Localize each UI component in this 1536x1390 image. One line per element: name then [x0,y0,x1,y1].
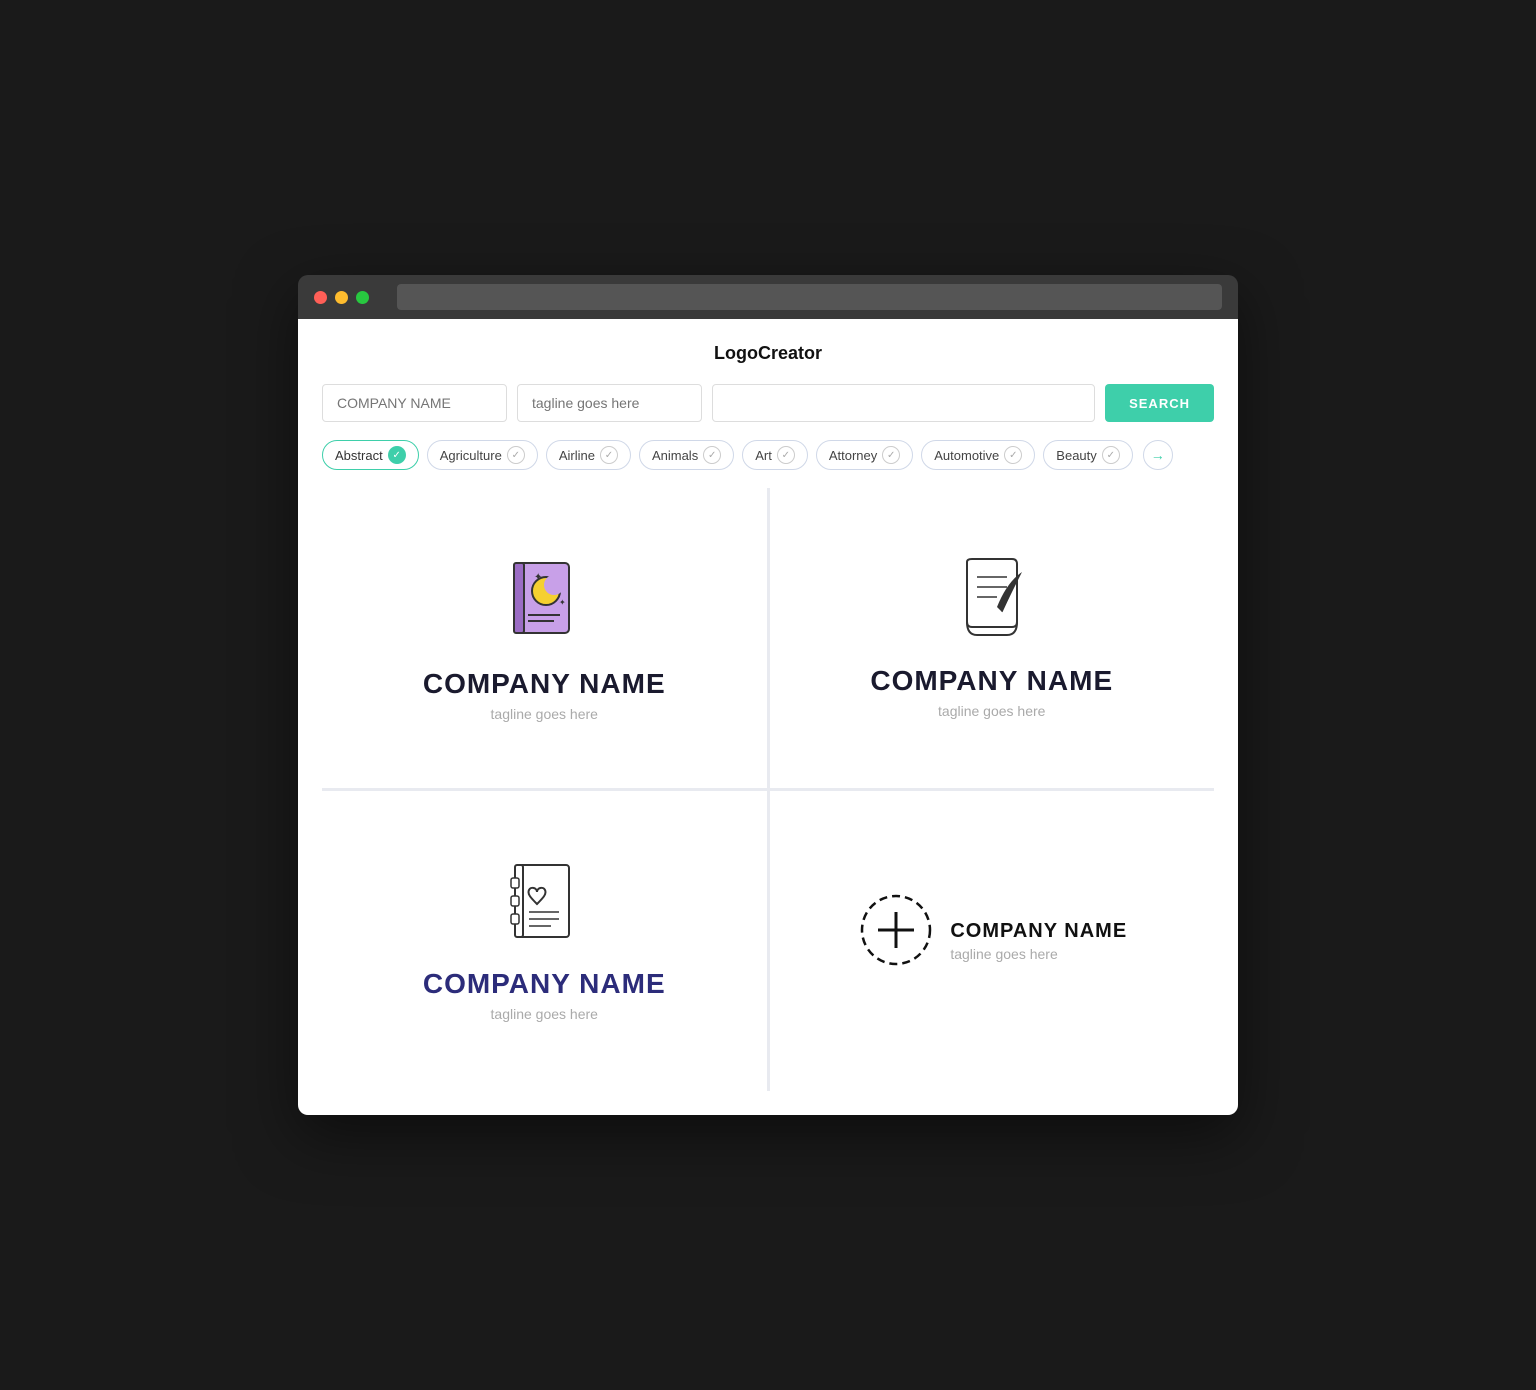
address-bar[interactable] [397,284,1222,310]
company-name-input[interactable] [322,384,507,422]
filter-chip-automotive[interactable]: Automotive [921,440,1035,470]
logo-card-4[interactable]: COMPANY NAME tagline goes here [770,791,1215,1091]
svg-text:✦: ✦ [534,572,542,583]
check-icon-abstract [388,446,406,464]
filter-label-attorney: Attorney [829,448,877,463]
check-icon-airline [600,446,618,464]
filter-chip-attorney[interactable]: Attorney [816,440,913,470]
logo-card-1[interactable]: ✦ ✦ COMPANY NAME tagline goes here [322,488,767,788]
logo4-tagline: tagline goes here [950,946,1127,962]
filter-label-abstract: Abstract [335,448,383,463]
filter-chip-abstract[interactable]: Abstract [322,440,419,470]
extra-input[interactable] [712,384,1095,422]
filter-label-airline: Airline [559,448,595,463]
filter-chip-animals[interactable]: Animals [639,440,734,470]
magic-book-icon: ✦ ✦ [504,555,584,650]
filter-chip-agriculture[interactable]: Agriculture [427,440,538,470]
tagline-input[interactable] [517,384,702,422]
svg-text:✦: ✦ [559,598,566,607]
search-bar: SEARCH [322,384,1214,422]
close-button[interactable] [314,291,327,304]
logo1-company-name: COMPANY NAME [423,668,666,700]
logo4-inline-container: COMPANY NAME tagline goes here [856,890,1127,993]
minimize-button[interactable] [335,291,348,304]
logo2-company-name: COMPANY NAME [870,665,1113,697]
app-title: LogoCreator [322,343,1214,364]
check-icon-beauty [1102,446,1120,464]
logo2-tagline: tagline goes here [938,703,1045,719]
logo1-tagline: tagline goes here [491,706,598,722]
filter-bar: Abstract Agriculture Airline Animals Art… [322,440,1214,470]
logo-grid: ✦ ✦ COMPANY NAME tagline goes here [322,488,1214,1091]
circle-plus-icon [856,890,936,975]
logo-card-3[interactable]: COMPANY NAME tagline goes here [322,791,767,1091]
filter-label-art: Art [755,448,772,463]
search-button[interactable]: SEARCH [1105,384,1214,422]
check-icon-animals [703,446,721,464]
filter-label-automotive: Automotive [934,448,999,463]
check-icon-automotive [1004,446,1022,464]
address-book-icon [507,860,582,950]
logo-card-2[interactable]: COMPANY NAME tagline goes here [770,488,1215,788]
check-icon-agriculture [507,446,525,464]
filter-chip-beauty[interactable]: Beauty [1043,440,1132,470]
logo3-company-name: COMPANY NAME [423,968,666,1000]
filter-chip-art[interactable]: Art [742,440,808,470]
document-quill-icon [952,557,1032,647]
browser-titlebar [298,275,1238,319]
filter-chip-airline[interactable]: Airline [546,440,631,470]
check-icon-attorney [882,446,900,464]
logo3-tagline: tagline goes here [491,1006,598,1022]
logo4-text-group: COMPANY NAME tagline goes here [950,920,1127,962]
filter-label-agriculture: Agriculture [440,448,502,463]
browser-window: LogoCreator SEARCH Abstract Agriculture … [298,275,1238,1115]
logo4-company-name: COMPANY NAME [950,920,1127,943]
filter-next-button[interactable]: → [1143,440,1173,470]
filter-label-animals: Animals [652,448,698,463]
check-icon-art [777,446,795,464]
filter-label-beauty: Beauty [1056,448,1096,463]
maximize-button[interactable] [356,291,369,304]
app-content: LogoCreator SEARCH Abstract Agriculture … [298,319,1238,1115]
